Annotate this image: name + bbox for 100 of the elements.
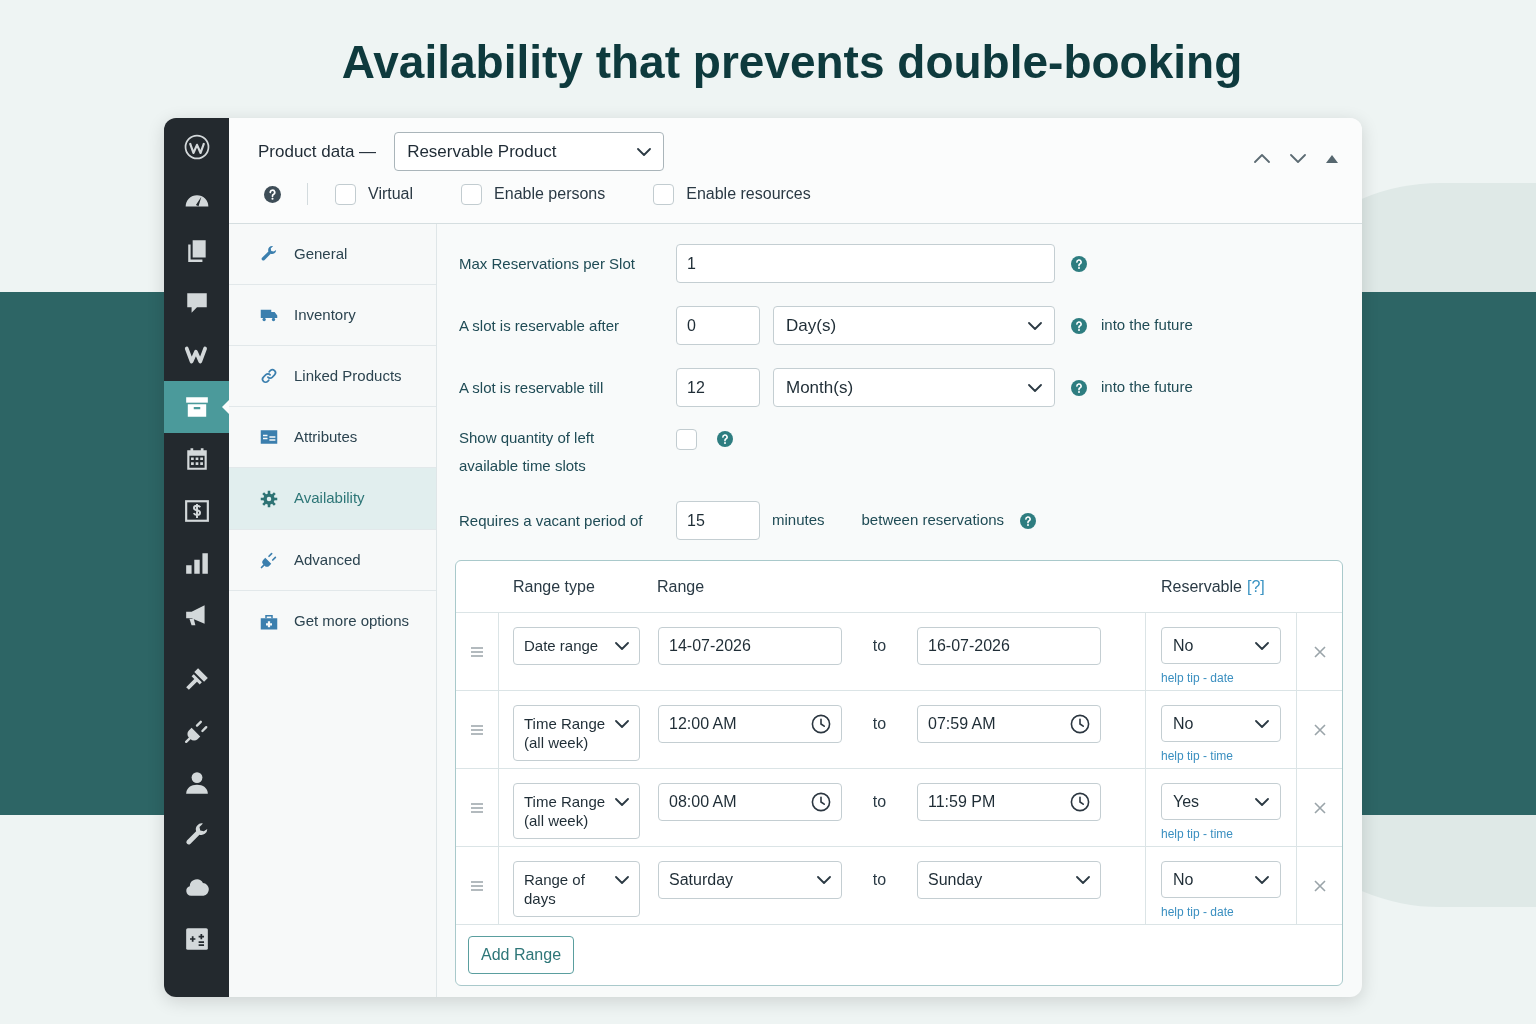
- field-label: Requires a vacant period of: [459, 511, 643, 529]
- number-field[interactable]: 0: [676, 306, 760, 345]
- briefcase-icon: [260, 612, 278, 631]
- checkbox[interactable]: [653, 183, 675, 205]
- help-icon[interactable]: [264, 185, 281, 203]
- field-label: Max Reservations per Slot: [459, 254, 635, 272]
- headline: Availability that prevents double-booking: [341, 35, 1243, 90]
- plug-icon: [183, 718, 210, 744]
- help-icon[interactable]: [1071, 379, 1087, 396]
- reservable-select[interactable]: Yes: [1161, 783, 1281, 820]
- plug-icon: [260, 551, 278, 569]
- field-label: Show quantity of left available time slots: [459, 428, 596, 476]
- time-field[interactable]: 12:00 AM: [658, 705, 842, 743]
- checkbox[interactable]: [461, 183, 483, 205]
- chevron-down-icon: [1255, 797, 1269, 806]
- field-suffix: into the future: [1101, 377, 1193, 398]
- clock-icon[interactable]: [811, 714, 831, 734]
- chevron-down-icon: [1255, 875, 1269, 884]
- help-tip-link[interactable]: help tip - date: [1161, 671, 1234, 685]
- day-select[interactable]: Saturday: [658, 861, 842, 899]
- chevron-down-icon: [1255, 641, 1269, 650]
- to-label: to: [872, 714, 887, 734]
- chevron-up-icon[interactable]: [1254, 154, 1270, 163]
- help-tip-link[interactable]: help tip - time: [1161, 749, 1234, 763]
- column-header: Reservable: [1161, 576, 1242, 597]
- tab[interactable]: General: [229, 224, 436, 285]
- unit-select[interactable]: Day(s): [773, 306, 1055, 345]
- user-icon: [183, 770, 210, 796]
- clock-icon[interactable]: [811, 792, 831, 812]
- plus-box-icon: [183, 926, 210, 952]
- help-icon[interactable]: [717, 431, 733, 447]
- dollar-box-icon: [183, 498, 210, 524]
- column-header: Range: [657, 576, 705, 597]
- reservable-select[interactable]: No: [1161, 861, 1281, 898]
- chevron-down-icon: [817, 876, 831, 884]
- add-range-button[interactable]: Add Range: [468, 936, 575, 974]
- date-field[interactable]: 16-07-2026: [917, 627, 1101, 665]
- drag-handle-icon[interactable]: [471, 724, 483, 735]
- field-suffix: into the future: [1101, 315, 1193, 336]
- number-field[interactable]: 12: [676, 368, 760, 407]
- field-suffix: between reservations: [861, 510, 1005, 531]
- chevron-down-icon: [1076, 876, 1090, 884]
- range-type-select[interactable]: Range of days: [513, 861, 640, 917]
- field-label: A slot is reservable till: [459, 378, 604, 396]
- clock-icon[interactable]: [1070, 792, 1090, 812]
- tab[interactable]: Linked Products: [229, 346, 436, 407]
- product-type-select[interactable]: Reservable Product: [394, 132, 665, 171]
- tab[interactable]: Get more options: [229, 591, 436, 652]
- checkbox-label: Virtual: [368, 184, 414, 204]
- range-type-select[interactable]: Time Range (all week): [513, 783, 640, 839]
- chevron-down-icon: [1028, 383, 1042, 392]
- checkbox[interactable]: [335, 183, 356, 205]
- gear-icon: [260, 489, 278, 508]
- time-field[interactable]: 11:59 PM: [917, 783, 1101, 821]
- clock-icon[interactable]: [1070, 714, 1090, 734]
- to-label: to: [872, 870, 887, 890]
- triangle-up-icon[interactable]: [1326, 154, 1338, 163]
- wrench-icon: [260, 245, 278, 263]
- unit-label: minutes: [772, 510, 825, 531]
- logo-icon: [183, 134, 210, 160]
- archive-box-icon: [183, 394, 210, 420]
- checkbox-label: Enable persons: [494, 184, 606, 204]
- help-icon[interactable]: [1071, 317, 1087, 334]
- tab[interactable]: Advanced: [229, 530, 436, 591]
- checkbox[interactable]: [676, 429, 697, 450]
- chevron-down-icon: [637, 147, 652, 156]
- bar-chart-icon: [183, 550, 210, 576]
- link-icon: [260, 367, 278, 385]
- drag-handle-icon[interactable]: [471, 646, 483, 657]
- day-select[interactable]: Sunday: [917, 861, 1101, 899]
- to-label: to: [872, 792, 887, 812]
- help-icon[interactable]: [1020, 512, 1037, 529]
- to-label: to: [872, 636, 887, 656]
- number-field[interactable]: 15: [676, 501, 760, 540]
- help-link[interactable]: [?]: [1246, 574, 1265, 599]
- date-field[interactable]: 14-07-2026: [658, 627, 842, 665]
- help-tip-link[interactable]: help tip - time: [1161, 827, 1234, 841]
- tab[interactable]: Inventory: [229, 285, 436, 346]
- chevron-down-icon[interactable]: [1290, 154, 1306, 163]
- drag-handle-icon[interactable]: [471, 802, 483, 813]
- id-card-icon: [260, 428, 278, 446]
- reservable-select[interactable]: No: [1161, 705, 1281, 742]
- column-header: Range type: [513, 577, 595, 595]
- unit-select[interactable]: Month(s): [773, 368, 1055, 407]
- time-field[interactable]: 08:00 AM: [658, 783, 842, 821]
- panel-title: Product data —: [258, 140, 377, 163]
- tab[interactable]: Availability: [229, 468, 436, 530]
- chevron-down-icon: [615, 798, 629, 806]
- chevron-down-icon: [615, 720, 629, 728]
- checkbox-label: Enable resources: [686, 184, 811, 204]
- range-type-select[interactable]: Time Range (all week): [513, 705, 640, 761]
- chevron-down-icon: [615, 876, 629, 884]
- range-type-select[interactable]: Date range: [513, 627, 640, 665]
- help-tip-link[interactable]: help tip - date: [1161, 905, 1234, 919]
- time-field[interactable]: 07:59 AM: [917, 705, 1101, 743]
- help-icon[interactable]: [1071, 255, 1087, 272]
- chevron-down-icon: [1028, 321, 1042, 330]
- number-field[interactable]: 1: [676, 244, 1055, 283]
- drag-handle-icon[interactable]: [471, 880, 483, 891]
- reservable-select[interactable]: No: [1161, 627, 1281, 664]
